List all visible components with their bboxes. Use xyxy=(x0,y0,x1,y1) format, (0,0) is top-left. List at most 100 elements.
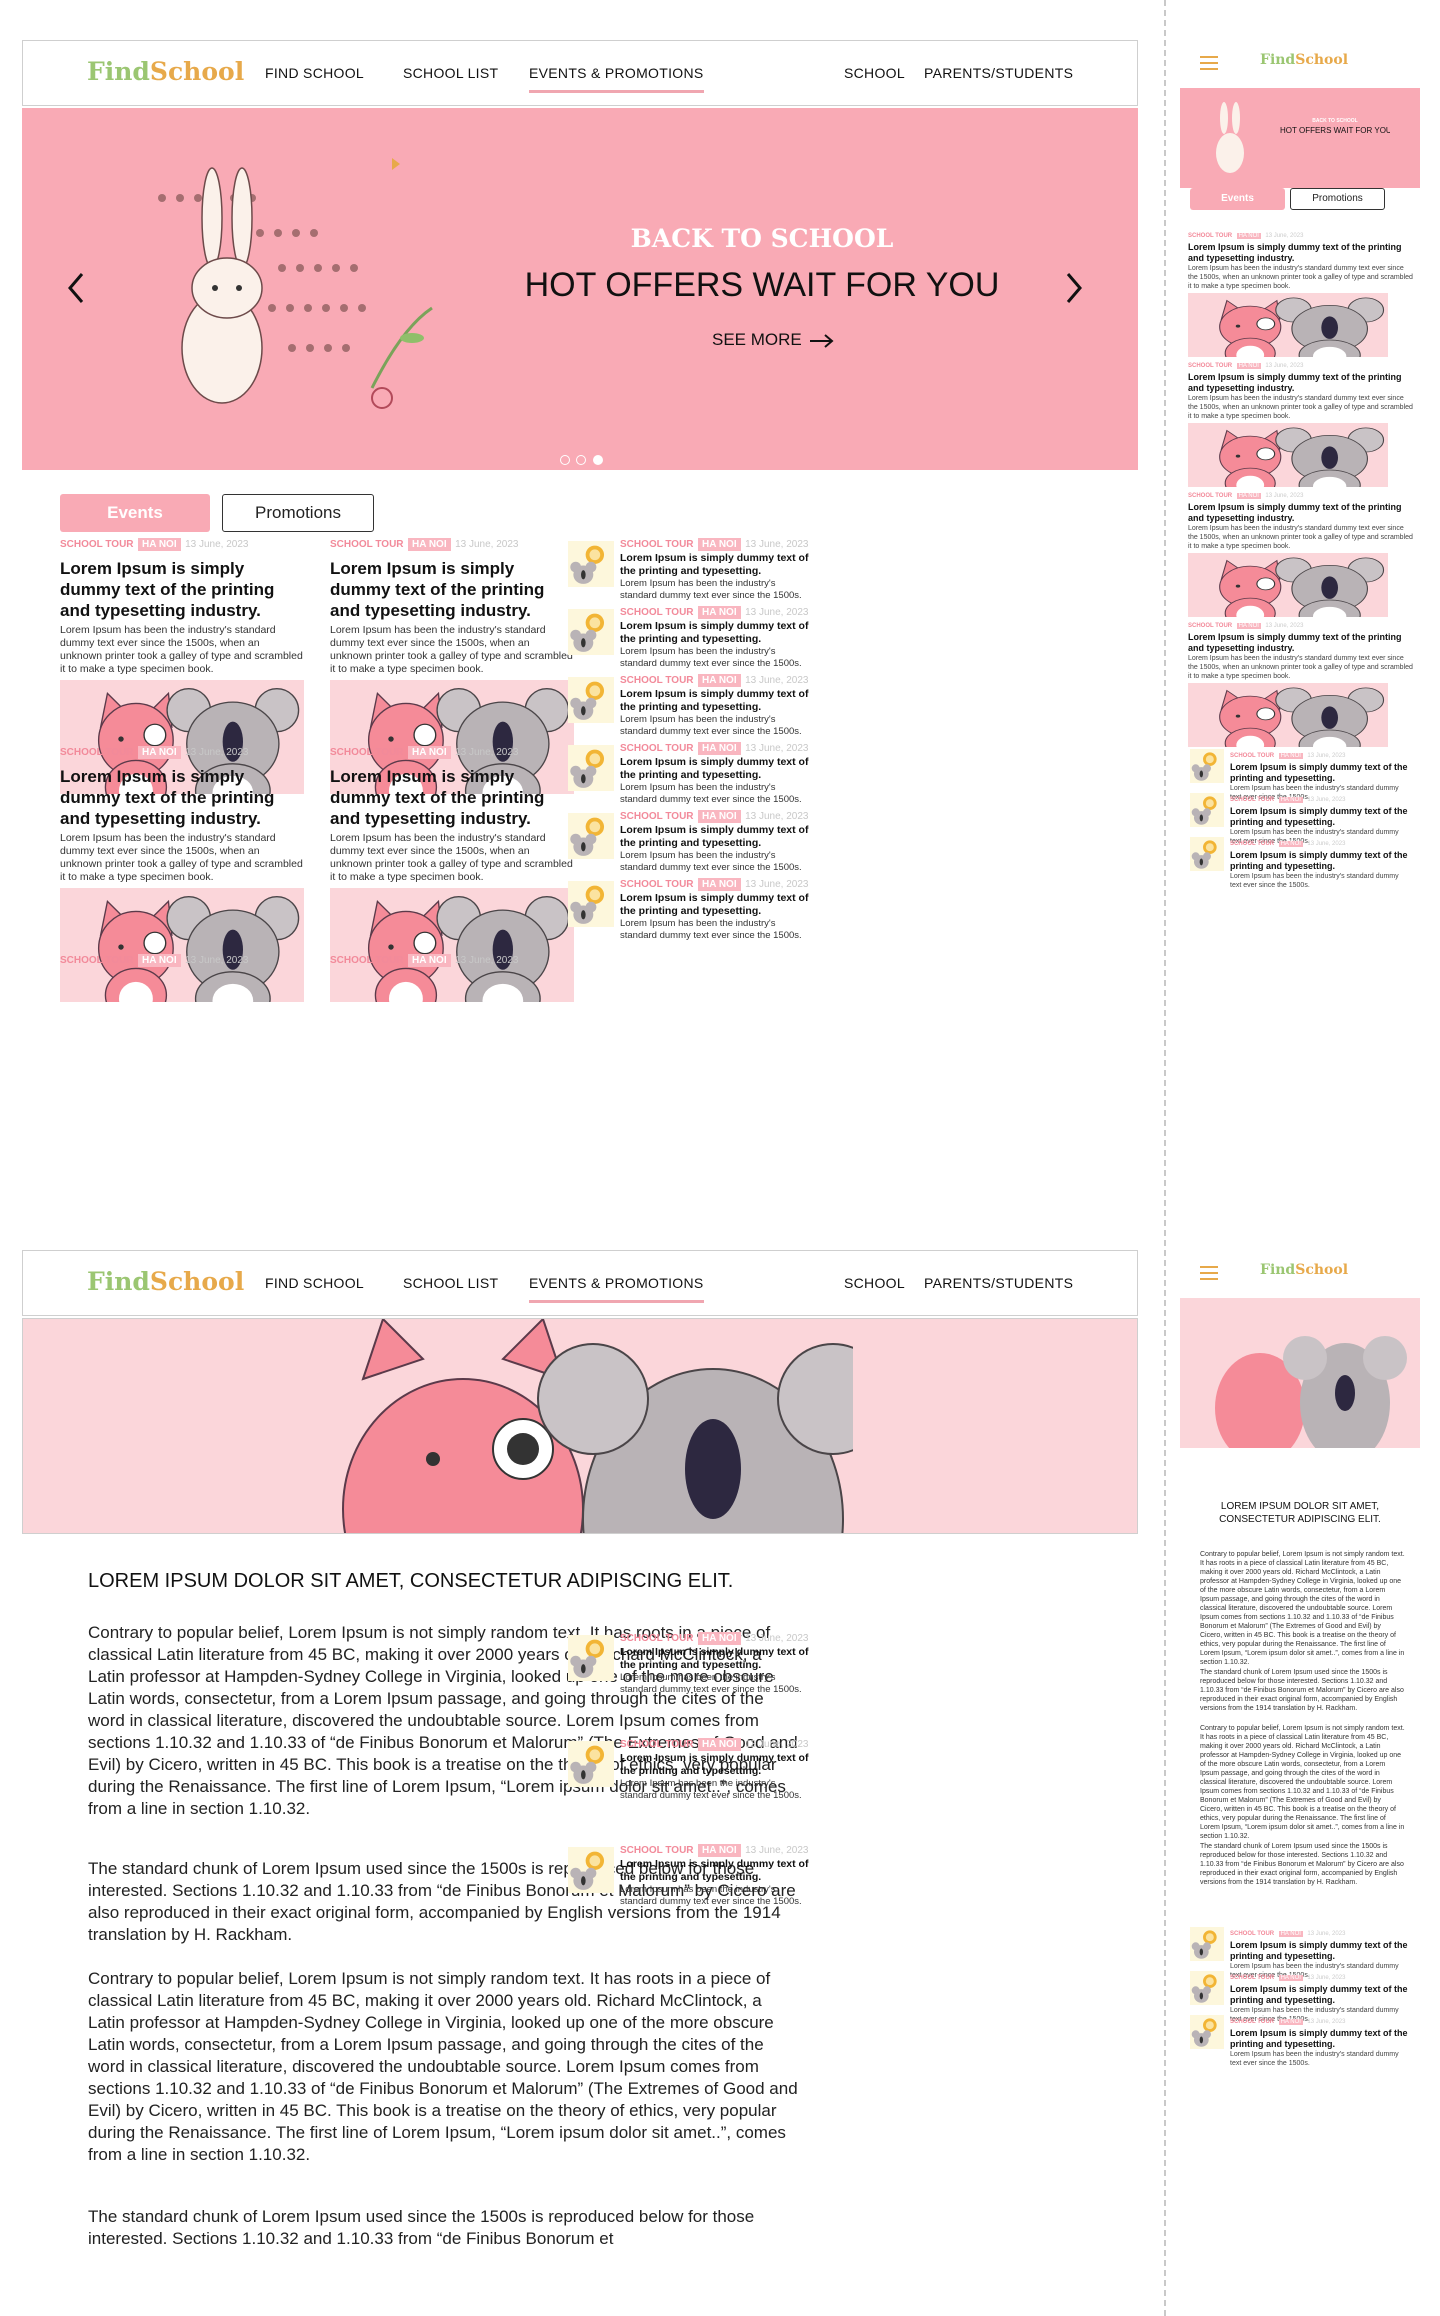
card-title[interactable]: Lorem Ipsum is simply dummy text of the … xyxy=(60,766,304,829)
side-item-title[interactable]: Lorem Ipsum is simply dummy text of the … xyxy=(620,1752,812,1778)
side-item-title[interactable]: Lorem Ipsum is simply dummy text of the … xyxy=(620,1858,812,1884)
side-item-image[interactable] xyxy=(1190,1927,1224,1962)
side-item-title[interactable]: Lorem Ipsum is simply dummy text of the … xyxy=(1230,762,1410,784)
category-tag[interactable]: SCHOOL TOUR xyxy=(330,747,404,758)
location-tag[interactable]: HA NOI xyxy=(407,954,451,967)
card-title[interactable]: Lorem Ipsum is simply dummy text of the … xyxy=(60,558,304,621)
location-tag[interactable]: HA NOI xyxy=(1278,1931,1303,1937)
tab-promotions[interactable]: Promotions xyxy=(222,494,374,532)
category-tag[interactable]: SCHOOL TOUR xyxy=(1230,1975,1274,1981)
location-tag[interactable]: HA NOI xyxy=(697,606,741,619)
nav-parents-students[interactable]: PARENTS/STUDENTS xyxy=(924,65,1073,81)
location-tag[interactable]: HA NOI xyxy=(1236,363,1261,369)
event-card[interactable]: SCHOOL TOUR HA NOI 13 June, 2023 Lorem Ip… xyxy=(1188,224,1414,357)
nav-school[interactable]: SCHOOL xyxy=(844,65,905,81)
event-card[interactable]: SCHOOL TOUR HA NOI 13 June, 2023 xyxy=(60,950,304,968)
location-tag[interactable]: HA NOI xyxy=(1278,1975,1303,1981)
side-item-image[interactable] xyxy=(568,608,614,655)
card-image[interactable] xyxy=(330,888,574,1002)
category-tag[interactable]: SCHOOL TOUR xyxy=(1230,753,1274,759)
nav-events-promotions[interactable]: EVENTS & PROMOTIONS xyxy=(529,65,704,93)
hamburger-icon[interactable] xyxy=(1200,56,1218,70)
location-tag[interactable]: HA NOI xyxy=(697,538,741,551)
side-item-title[interactable]: Lorem Ipsum is simply dummy text of the … xyxy=(1230,806,1410,828)
location-tag[interactable]: HA NOI xyxy=(1278,797,1303,803)
side-item-image[interactable] xyxy=(568,1740,614,1787)
location-tag[interactable]: HA NOI xyxy=(697,810,741,823)
event-card[interactable]: SCHOOL TOUR HA NOI 13 June, 2023 xyxy=(330,950,574,968)
event-card[interactable]: SCHOOL TOUR HA NOI 13 June, 2023 Lorem Ip… xyxy=(1188,614,1414,747)
card-image[interactable] xyxy=(1188,293,1388,357)
category-tag[interactable]: SCHOOL TOUR xyxy=(60,539,134,550)
card-image[interactable] xyxy=(1188,423,1388,487)
card-title[interactable]: Lorem Ipsum is simply dummy text of the … xyxy=(1188,242,1414,264)
category-tag[interactable]: SCHOOL TOUR xyxy=(330,955,404,966)
logo[interactable]: FindSchool xyxy=(87,57,244,86)
side-item-title[interactable]: Lorem Ipsum is simply dummy text of the … xyxy=(1230,850,1410,872)
side-item-title[interactable]: Lorem Ipsum is simply dummy text of the … xyxy=(1230,1940,1410,1962)
location-tag[interactable]: HA NOI xyxy=(1236,623,1261,629)
side-item-image[interactable] xyxy=(1190,2015,1224,2050)
location-tag[interactable]: HA NOI xyxy=(1236,233,1261,239)
side-item-image[interactable] xyxy=(1190,837,1224,872)
category-tag[interactable]: SCHOOL TOUR xyxy=(1188,623,1232,629)
nav-find-school[interactable]: FIND SCHOOL xyxy=(265,65,364,81)
location-tag[interactable]: HA NOI xyxy=(1278,841,1303,847)
hero-next-button[interactable] xyxy=(1062,270,1086,306)
tab-promotions[interactable]: Promotions xyxy=(1290,188,1385,210)
side-item-title[interactable]: Lorem Ipsum is simply dummy text of the … xyxy=(620,892,812,918)
category-tag[interactable]: SCHOOL TOUR xyxy=(1230,2019,1274,2025)
side-item-image[interactable] xyxy=(568,880,614,927)
side-item-title[interactable]: Lorem Ipsum is simply dummy text of the … xyxy=(1230,1984,1410,2006)
event-card[interactable]: SCHOOL TOUR HA NOI 13 June, 2023 Lorem Ip… xyxy=(1188,484,1414,617)
category-tag[interactable]: SCHOOL TOUR xyxy=(620,675,694,686)
side-item-title[interactable]: Lorem Ipsum is simply dummy text of the … xyxy=(620,552,812,578)
nav-school-list[interactable]: SCHOOL LIST xyxy=(403,65,498,81)
hero-see-more-link[interactable]: SEE MORE xyxy=(712,330,836,350)
category-tag[interactable]: SCHOOL TOUR xyxy=(620,811,694,822)
location-tag[interactable]: HA NOI xyxy=(137,538,181,551)
category-tag[interactable]: SCHOOL TOUR xyxy=(1230,841,1274,847)
location-tag[interactable]: HA NOI xyxy=(1278,2019,1303,2025)
side-item-image[interactable] xyxy=(568,1634,614,1681)
side-item-title[interactable]: Lorem Ipsum is simply dummy text of the … xyxy=(620,620,812,646)
tab-events[interactable]: Events xyxy=(1190,188,1285,210)
nav-parents-students[interactable]: PARENTS/STUDENTS xyxy=(924,1275,1073,1291)
location-tag[interactable]: HA NOI xyxy=(697,1738,741,1751)
location-tag[interactable]: HA NOI xyxy=(697,742,741,755)
category-tag[interactable]: SCHOOL TOUR xyxy=(1188,233,1232,239)
nav-school-list[interactable]: SCHOOL LIST xyxy=(403,1275,498,1291)
hamburger-icon[interactable] xyxy=(1200,1266,1218,1280)
nav-school[interactable]: SCHOOL xyxy=(844,1275,905,1291)
card-title[interactable]: Lorem Ipsum is simply dummy text of the … xyxy=(1188,502,1414,524)
nav-events-promotions[interactable]: EVENTS & PROMOTIONS xyxy=(529,1275,704,1303)
side-item-title[interactable]: Lorem Ipsum is simply dummy text of the … xyxy=(620,824,812,850)
card-title[interactable]: Lorem Ipsum is simply dummy text of the … xyxy=(330,558,574,621)
event-card[interactable]: SCHOOL TOUR HA NOI 13 June, 2023 Lorem Ip… xyxy=(1188,354,1414,487)
side-item-title[interactable]: Lorem Ipsum is simply dummy text of the … xyxy=(620,1646,812,1672)
category-tag[interactable]: SCHOOL TOUR xyxy=(1230,1931,1274,1937)
location-tag[interactable]: HA NOI xyxy=(697,1844,741,1857)
logo[interactable]: FindSchool xyxy=(1260,1262,1348,1278)
card-image[interactable] xyxy=(1188,683,1388,747)
location-tag[interactable]: HA NOI xyxy=(1278,753,1303,759)
card-title[interactable]: Lorem Ipsum is simply dummy text of the … xyxy=(1188,372,1414,394)
carousel-dot[interactable] xyxy=(560,455,570,465)
nav-find-school[interactable]: FIND SCHOOL xyxy=(265,1275,364,1291)
hero-prev-button[interactable] xyxy=(64,270,88,306)
side-item-image[interactable] xyxy=(1190,1971,1224,2006)
side-item-title[interactable]: Lorem Ipsum is simply dummy text of the … xyxy=(620,756,812,782)
category-tag[interactable]: SCHOOL TOUR xyxy=(1188,363,1232,369)
side-item-title[interactable]: Lorem Ipsum is simply dummy text of the … xyxy=(620,688,812,714)
category-tag[interactable]: SCHOOL TOUR xyxy=(1188,493,1232,499)
category-tag[interactable]: SCHOOL TOUR xyxy=(1230,797,1274,803)
category-tag[interactable]: SCHOOL TOUR xyxy=(620,607,694,618)
location-tag[interactable]: HA NOI xyxy=(697,878,741,891)
card-image[interactable] xyxy=(1188,553,1388,617)
side-item-image[interactable] xyxy=(568,744,614,791)
category-tag[interactable]: SCHOOL TOUR xyxy=(620,1633,694,1644)
card-title[interactable]: Lorem Ipsum is simply dummy text of the … xyxy=(1188,632,1414,654)
side-item-image[interactable] xyxy=(1190,793,1224,828)
category-tag[interactable]: SCHOOL TOUR xyxy=(60,747,134,758)
card-image[interactable] xyxy=(60,888,304,1002)
